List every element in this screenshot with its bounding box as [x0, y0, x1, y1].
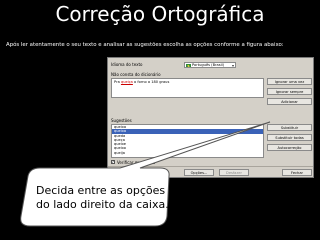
- callout-text: Decida entre as opções do lado direito d…: [36, 184, 186, 212]
- callout-line-1: Decida entre as opções: [36, 184, 166, 197]
- callout-line-2: do lado direito da caixa.: [36, 198, 169, 211]
